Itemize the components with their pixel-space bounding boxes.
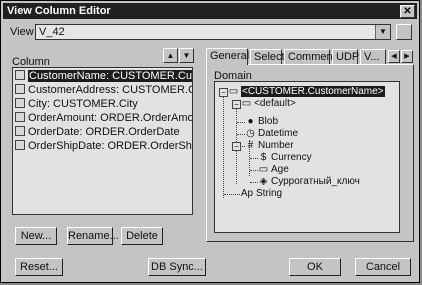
tree-connector [237, 122, 245, 123]
tab-general[interactable]: General [206, 48, 249, 65]
collapse-icon[interactable]: − [232, 142, 241, 151]
checkbox-icon[interactable] [15, 84, 25, 95]
title-bar: View Column Editor ✕ [3, 3, 417, 19]
tree-connector [224, 194, 240, 195]
column-list[interactable]: CustomerName: CUSTOMER.CustomerName Cust… [12, 67, 193, 215]
move-up-button[interactable]: ▲ [163, 48, 178, 63]
checkbox-icon[interactable] [15, 70, 25, 81]
column-list-item[interactable]: OrderAmount: ORDER.OrderAmount [15, 112, 192, 125]
new-button[interactable]: New... [15, 227, 57, 245]
tree-node[interactable]: ▭ Age [258, 164, 289, 176]
collapse-icon[interactable]: − [219, 88, 228, 97]
move-down-button[interactable]: ▼ [179, 48, 194, 63]
tree-node[interactable]: ▭ <default> [241, 98, 296, 110]
view-label: View [10, 26, 34, 38]
tree-connector [223, 92, 224, 198]
collapse-icon[interactable]: − [232, 100, 241, 109]
tab-select[interactable]: Select [250, 49, 285, 64]
checkbox-icon[interactable] [15, 98, 25, 109]
view-value: V_42 [39, 26, 65, 38]
delete-button[interactable]: Delete [121, 227, 163, 245]
tree-node[interactable]: $ Currency [258, 152, 312, 164]
arrow-down-icon: ▼ [182, 51, 191, 60]
tab-scroll-left-button[interactable]: ◀ [388, 50, 400, 63]
tab-udp[interactable]: UDP [332, 49, 359, 64]
tab-scroll-right-button[interactable]: ▶ [401, 50, 413, 63]
db-sync-button[interactable]: DB Sync... [148, 258, 206, 276]
view-column-editor-window: View Column Editor ✕ View V_42 ▼ Column … [0, 0, 420, 283]
view-browse-button[interactable] [396, 24, 412, 40]
tree-node[interactable]: ◷ Datetime [245, 128, 298, 140]
chevron-down-icon[interactable]: ▼ [375, 25, 390, 39]
checkbox-icon[interactable] [15, 126, 25, 137]
folder-icon: ▭ [228, 86, 239, 97]
tab-more[interactable]: V... [360, 49, 386, 64]
folder-icon: ▭ [258, 164, 269, 175]
reset-button[interactable]: Reset... [15, 258, 63, 276]
checkbox-icon[interactable] [15, 112, 25, 123]
tree-node[interactable]: Ap String [240, 188, 282, 200]
column-list-item[interactable]: OrderShipDate: ORDER.OrderShipDate [15, 140, 192, 153]
arrow-up-icon: ▲ [166, 51, 175, 60]
chevron-left-icon: ◀ [391, 53, 397, 60]
column-list-item[interactable]: CustomerName: CUSTOMER.CustomerName [15, 70, 192, 83]
tree-node[interactable]: ▭ <CUSTOMER.CustomerName> [228, 86, 385, 98]
tab-comment[interactable]: Comment [284, 49, 336, 64]
currency-icon: $ [260, 152, 267, 163]
clock-icon: ◷ [246, 128, 255, 139]
tree-connector [237, 134, 245, 135]
folder-icon: ▭ [241, 98, 252, 109]
tree-node[interactable]: # Number [245, 140, 294, 152]
tree-connector [250, 170, 258, 171]
view-combobox[interactable]: V_42 ▼ [35, 24, 391, 40]
rename-button[interactable]: Rename... [67, 227, 119, 245]
column-list-item[interactable]: OrderDate: ORDER.OrderDate [15, 126, 180, 139]
tree-connector [250, 158, 258, 159]
cancel-button[interactable]: Cancel [355, 258, 411, 276]
tree-node[interactable]: ◈ Суррогатный_ключ [258, 176, 360, 188]
number-icon: # [247, 140, 254, 151]
text-icon: Ap [240, 188, 254, 199]
checkbox-icon[interactable] [15, 140, 25, 151]
column-list-item[interactable]: CustomerAddress: CUSTOMER.CustomerAddres… [15, 84, 192, 97]
ok-button[interactable]: OK [289, 258, 341, 276]
circle-icon: ● [247, 116, 254, 127]
key-icon: ◈ [259, 176, 268, 187]
column-list-item[interactable]: City: CUSTOMER.City [15, 98, 138, 111]
close-icon[interactable]: ✕ [400, 5, 415, 18]
chevron-right-icon: ▶ [404, 53, 410, 60]
tree-connector [250, 182, 258, 183]
domain-tree[interactable]: − − − ▭ <CUSTOMER.CustomerName> ▭ <default… [214, 81, 400, 233]
window-title: View Column Editor [7, 5, 111, 17]
tree-node[interactable]: ● Blob [245, 116, 278, 128]
